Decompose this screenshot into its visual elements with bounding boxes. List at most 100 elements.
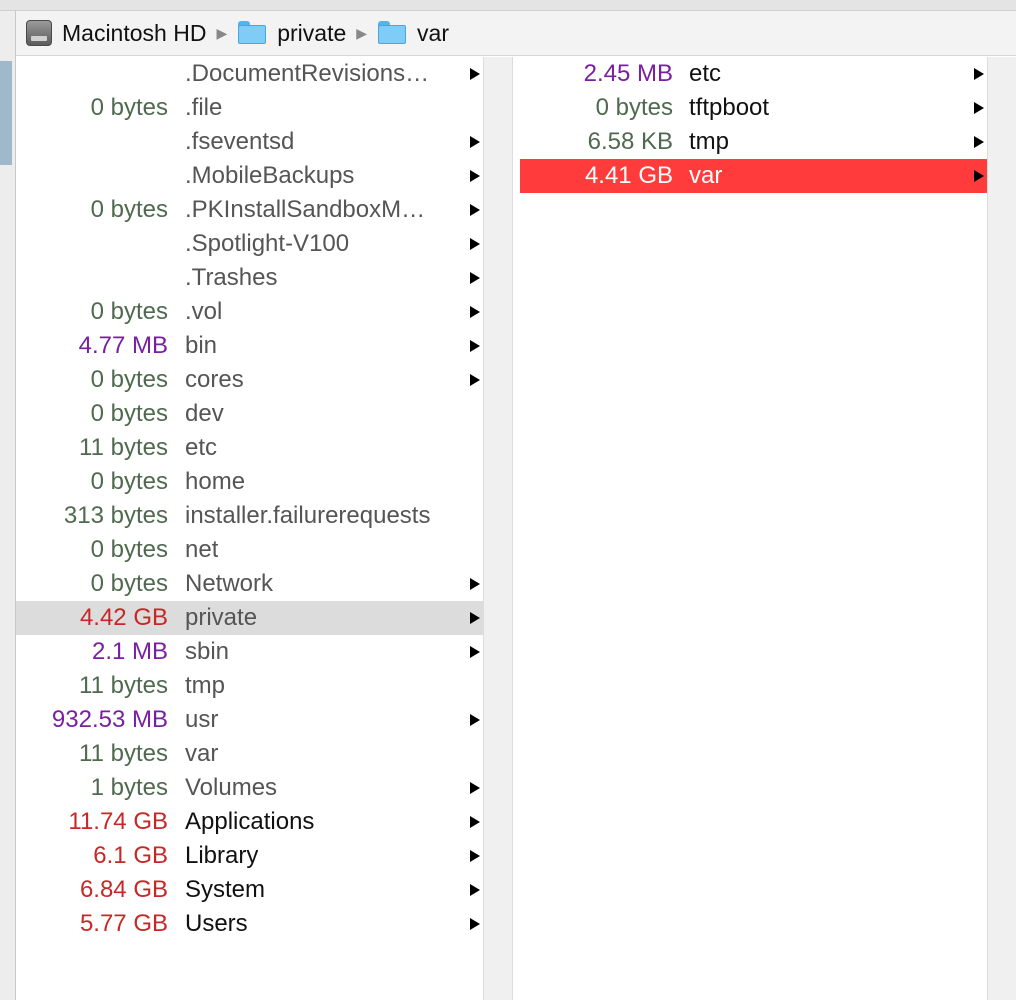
disclosure-arrow-icon xyxy=(974,136,984,148)
file-name: tmp xyxy=(689,128,730,155)
file-size: 0 bytes xyxy=(595,94,673,121)
file-name: bin xyxy=(185,332,218,359)
file-size: 0 bytes xyxy=(90,366,168,393)
file-row[interactable]: 6.84 GB System xyxy=(16,873,483,907)
disclosure-arrow-icon xyxy=(470,782,480,794)
sidebar-scroll-thumb[interactable] xyxy=(0,61,12,165)
browser-column-root[interactable]: .DocumentRevisions… 0 bytes .file .fsevents… xyxy=(16,57,483,1000)
file-name: usr xyxy=(185,706,219,733)
file-row[interactable]: 4.42 GB private xyxy=(16,601,483,635)
file-name: tftpboot xyxy=(689,94,770,121)
file-size: 5.77 GB xyxy=(79,910,168,937)
file-row[interactable]: 932.53 MB usr xyxy=(16,703,483,737)
file-row[interactable]: .fseventsd xyxy=(16,125,483,159)
file-row[interactable]: 2.45 MB etc xyxy=(520,57,987,91)
breadcrumb-var[interactable]: var xyxy=(377,20,449,47)
disclosure-arrow-icon xyxy=(470,850,480,862)
file-name: cores xyxy=(185,366,244,393)
file-row[interactable]: .DocumentRevisions… xyxy=(16,57,483,91)
file-row[interactable]: .Spotlight-V100 xyxy=(16,227,483,261)
file-name: private xyxy=(185,604,258,631)
file-row[interactable]: 5.77 GB Users xyxy=(16,907,483,941)
file-name: .file xyxy=(185,94,223,121)
file-name: .DocumentRevisions… xyxy=(185,60,430,87)
file-row[interactable]: 0 bytes net xyxy=(16,533,483,567)
breadcrumb-macintosh-hd[interactable]: Macintosh HD xyxy=(26,20,206,47)
file-size: 2.45 MB xyxy=(583,60,673,87)
file-name: installer.failurerequests xyxy=(185,502,431,529)
column-resize-handle[interactable] xyxy=(987,57,1016,1000)
file-name: etc xyxy=(185,434,218,461)
file-size: 11 bytes xyxy=(79,672,168,699)
breadcrumb-label: Macintosh HD xyxy=(62,19,207,46)
window-top-edge xyxy=(0,0,1016,11)
file-row[interactable]: 0 bytes tftpboot xyxy=(520,91,987,125)
file-size: 0 bytes xyxy=(90,298,168,325)
file-name: etc xyxy=(689,60,722,87)
file-name: sbin xyxy=(185,638,230,665)
file-row[interactable]: 4.41 GB var xyxy=(520,159,987,193)
file-size: 313 bytes xyxy=(63,502,168,529)
file-size: 932.53 MB xyxy=(51,706,168,733)
disclosure-arrow-icon xyxy=(470,816,480,828)
disclosure-arrow-icon xyxy=(470,374,480,386)
disclosure-arrow-icon xyxy=(470,170,480,182)
disclosure-arrow-icon xyxy=(470,272,480,284)
browser-column-private[interactable]: 2.45 MB etc 0 bytes tftpboot 6.58 KB tmp 4.41 … xyxy=(520,57,987,1000)
file-row[interactable]: .MobileBackups xyxy=(16,159,483,193)
file-name: .PKInstallSandboxM… xyxy=(185,196,426,223)
file-row[interactable]: 0 bytes Network xyxy=(16,567,483,601)
disclosure-arrow-icon xyxy=(470,306,480,318)
file-row[interactable]: 0 bytes .vol xyxy=(16,295,483,329)
file-size: 0 bytes xyxy=(90,468,168,495)
file-row[interactable]: .Trashes xyxy=(16,261,483,295)
breadcrumb-separator-icon: ▶ xyxy=(216,24,228,41)
disclosure-arrow-icon xyxy=(470,340,480,352)
file-name: Library xyxy=(185,842,259,869)
file-row[interactable]: 0 bytes cores xyxy=(16,363,483,397)
file-row[interactable]: 4.77 MB bin xyxy=(16,329,483,363)
file-name: net xyxy=(185,536,219,563)
breadcrumb-private[interactable]: private xyxy=(237,20,346,47)
file-row[interactable]: 6.58 KB tmp xyxy=(520,125,987,159)
breadcrumb-label: var xyxy=(417,19,449,46)
file-row[interactable]: 11.74 GB Applications xyxy=(16,805,483,839)
file-row[interactable]: 1 bytes Volumes xyxy=(16,771,483,805)
file-size: 0 bytes xyxy=(90,94,168,121)
file-row[interactable]: 11 bytes var xyxy=(16,737,483,771)
path-bar: Macintosh HD ▶ private ▶ var xyxy=(16,11,1016,56)
file-name: .vol xyxy=(185,298,223,325)
file-size: 0 bytes xyxy=(90,400,168,427)
file-row[interactable]: 2.1 MB sbin xyxy=(16,635,483,669)
file-row[interactable]: 6.1 GB Library xyxy=(16,839,483,873)
file-row[interactable]: 0 bytes home xyxy=(16,465,483,499)
hard-drive-icon xyxy=(26,20,52,46)
file-name: Volumes xyxy=(185,774,278,801)
file-row[interactable]: 11 bytes tmp xyxy=(16,669,483,703)
file-size: 0 bytes xyxy=(90,570,168,597)
file-size: 0 bytes xyxy=(90,196,168,223)
file-row[interactable]: 11 bytes etc xyxy=(16,431,483,465)
file-name: var xyxy=(185,740,219,767)
file-row[interactable]: 313 bytes installer.failurerequests xyxy=(16,499,483,533)
disclosure-arrow-icon xyxy=(470,714,480,726)
file-name: .MobileBackups xyxy=(185,162,355,189)
file-row[interactable]: 0 bytes .PKInstallSandboxM… xyxy=(16,193,483,227)
file-row[interactable]: 0 bytes .file xyxy=(16,91,483,125)
file-row[interactable]: 0 bytes dev xyxy=(16,397,483,431)
file-name: home xyxy=(185,468,246,495)
file-size: 11.74 GB xyxy=(68,808,168,835)
file-size: 4.77 MB xyxy=(78,332,168,359)
column-resize-handle[interactable] xyxy=(483,57,513,1000)
disclosure-arrow-icon xyxy=(470,918,480,930)
disclosure-arrow-icon xyxy=(470,884,480,896)
breadcrumb-separator-icon: ▶ xyxy=(356,24,368,41)
folder-icon xyxy=(377,21,407,45)
file-name: .Spotlight-V100 xyxy=(185,230,350,257)
file-name: Network xyxy=(185,570,274,597)
disclosure-arrow-icon xyxy=(470,646,480,658)
file-size: 4.41 GB xyxy=(584,162,673,189)
breadcrumb-label: private xyxy=(277,19,347,46)
disclosure-arrow-icon xyxy=(470,578,480,590)
file-name: tmp xyxy=(185,672,226,699)
